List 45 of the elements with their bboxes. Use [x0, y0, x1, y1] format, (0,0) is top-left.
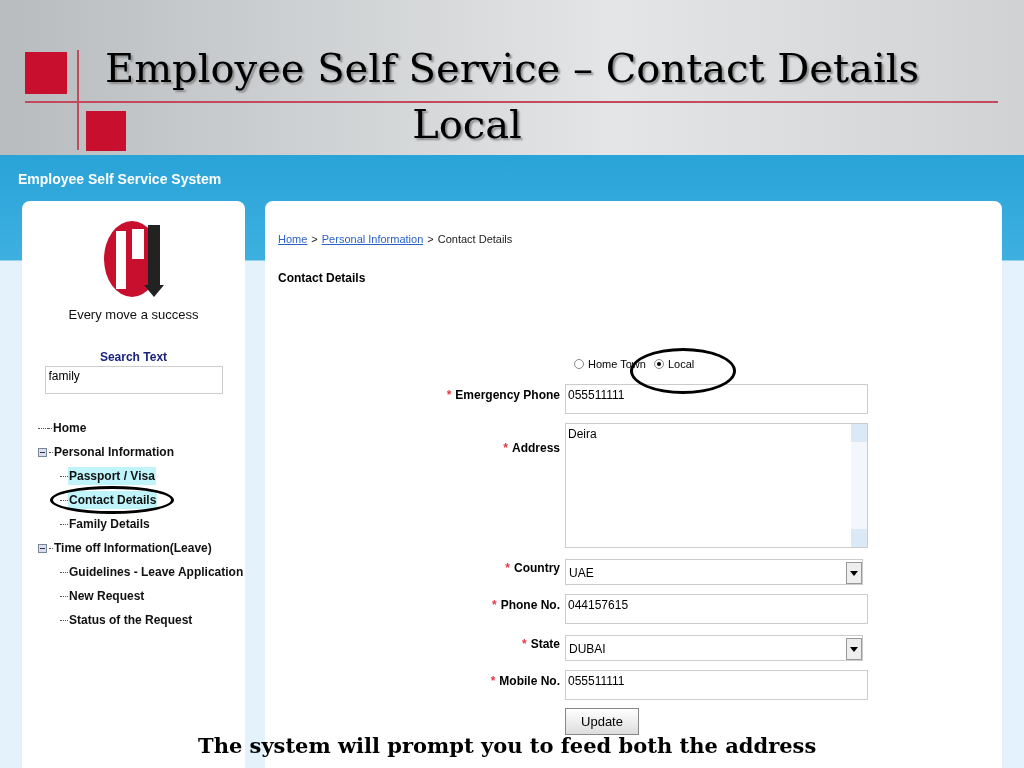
tree-item[interactable]: Time off Information(Leave) [53, 539, 213, 557]
tree-item[interactable]: Personal Information [53, 443, 176, 461]
tree-item[interactable]: Home [52, 419, 88, 437]
radio-option[interactable]: Local [653, 358, 695, 370]
collapse-icon[interactable] [38, 543, 47, 553]
field-label: * Phone No. [491, 597, 560, 612]
slide-title: Local [412, 100, 522, 149]
caret-icon [850, 570, 858, 576]
section-heading: Contact Details [278, 271, 367, 285]
textarea-field[interactable]: Deira [565, 423, 868, 548]
collapse-icon[interactable] [38, 447, 47, 457]
input-field[interactable]: 044157615 [565, 594, 868, 624]
tree-item[interactable]: Contact Details [68, 491, 158, 509]
breadcrumb-link[interactable]: Home [278, 233, 308, 245]
field-label: * Mobile No. [489, 673, 560, 688]
slide-title: Employee Self Service – Contact Details [104, 44, 920, 93]
logo-icon [101, 219, 166, 299]
select-field[interactable]: DUBAI [565, 635, 863, 661]
update-button[interactable]: Update [565, 708, 639, 735]
scrollbar[interactable] [851, 424, 867, 547]
app-header: Employee Self Service System [17, 170, 223, 189]
breadcrumb-link[interactable]: Personal Information [321, 233, 424, 245]
tree-item[interactable]: Guidelines - Leave Application [68, 563, 245, 581]
breadcrumb-separator: > [311, 233, 318, 245]
tree-item[interactable]: Family Details [68, 515, 151, 533]
field-label: * State [521, 636, 560, 651]
tagline: Every move a success [68, 307, 199, 322]
input-field[interactable]: 055511111 [565, 384, 868, 414]
input-field[interactable]: 055511111 [565, 670, 868, 700]
field-label: * Country [504, 560, 560, 575]
slide-caption: The system will prompt you to feed both the address [198, 733, 817, 758]
caret-icon [850, 646, 858, 652]
tree-item[interactable]: Status of the Request [68, 611, 194, 629]
radio-label: Local [667, 358, 695, 370]
breadcrumb-separator: > [427, 233, 434, 245]
tree-item[interactable]: New Request [68, 587, 146, 605]
breadcrumb-current: Contact Details [437, 233, 513, 245]
select-field[interactable]: UAE [565, 559, 863, 585]
field-label: * Address [502, 440, 560, 455]
tree-item[interactable]: Passport / Visa [68, 467, 156, 485]
search-label: Search Text [99, 350, 168, 364]
field-label: * Emergency Phone [445, 387, 560, 402]
search-field[interactable]: family [44, 366, 223, 394]
title-square [86, 111, 126, 151]
title-square [25, 52, 67, 94]
